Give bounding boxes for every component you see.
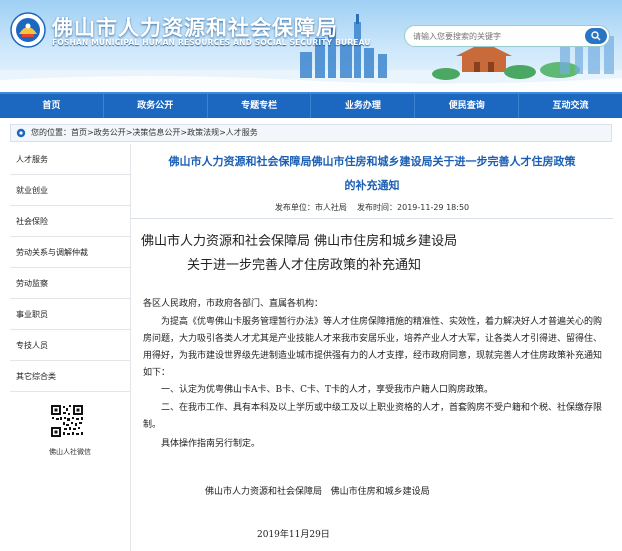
- bureau-emblem-icon: [10, 12, 46, 48]
- qr-caption: 佛山人社微信: [49, 448, 91, 456]
- sidebar-item-employment[interactable]: 就业创业: [10, 175, 130, 206]
- article-title: 佛山市人力资源和社会保障局佛山市住房和城乡建设局关于进一步完善人才住房政策 的补…: [131, 152, 613, 196]
- main-nav: 首页 政务公开 专题专栏 业务办理 便民查询 互动交流: [0, 92, 622, 118]
- document-date: 2019年11月29日: [257, 530, 330, 540]
- search-icon: [591, 31, 601, 41]
- document-paragraph: 一、认定为优粤佛山卡A卡、B卡、C卡、T卡的人才，享受我市户籍人口购房政策。: [161, 385, 494, 395]
- nav-government-affairs[interactable]: 政务公开: [104, 94, 208, 118]
- document-salutation: 各区人民政府，市政府各部门、直属各机构：: [143, 299, 324, 309]
- search-box: [404, 25, 610, 47]
- wechat-qr-code: [50, 404, 84, 438]
- location-pin-icon: [16, 128, 26, 138]
- sidebar-item-institution-staff[interactable]: 事业职员: [10, 299, 130, 330]
- breadcrumb-text[interactable]: 您的位置：首页>政务公开>决策信息公开>政策法规>人才服务: [31, 128, 258, 137]
- document-paragraph: 为提高《优粤佛山卡服务管理暂行办法》等人才住房保障措施的精准性、实效性，着力解决…: [143, 317, 603, 378]
- sidebar-item-labor-inspection[interactable]: 劳动监察: [10, 268, 130, 299]
- sidebar-item-labor-relations[interactable]: 劳动关系与调解仲裁: [10, 237, 130, 268]
- nav-special-topics[interactable]: 专题专栏: [208, 94, 312, 118]
- nav-home[interactable]: 首页: [0, 94, 104, 118]
- sidebar-item-others[interactable]: 其它综合类: [10, 361, 130, 392]
- search-button[interactable]: [585, 28, 607, 44]
- article-panel: 佛山市人力资源和社会保障局佛山市住房和城乡建设局关于进一步完善人才住房政策 的补…: [130, 144, 613, 551]
- sidebar-item-social-insurance[interactable]: 社会保险: [10, 206, 130, 237]
- document-heading-2: 关于进一步完善人才住房政策的补充通知: [187, 258, 422, 273]
- document-paragraph: 具体操作指南另行制定。: [161, 439, 261, 449]
- document-heading-1: 佛山市人力资源和社会保障局 佛山市住房和城乡建设局: [141, 234, 458, 249]
- site-subtitle: FOSHAN MUNICIPAL HUMAN RESOURCES AND SOC…: [52, 38, 371, 47]
- document-signature: 佛山市人力资源和社会保障局 佛山市住房和城乡建设局: [205, 487, 430, 497]
- sidebar-item-professionals[interactable]: 专技人员: [10, 330, 130, 361]
- article-title-line-2: 的补充通知: [344, 179, 400, 192]
- article-title-line-1: 佛山市人力资源和社会保障局佛山市住房和城乡建设局关于进一步完善人才住房政策: [168, 155, 576, 168]
- nav-online-services[interactable]: 业务办理: [311, 94, 416, 118]
- sidebar-item-talent-services[interactable]: 人才服务: [10, 144, 130, 175]
- nav-interaction[interactable]: 互动交流: [519, 94, 622, 118]
- nav-public-inquiry[interactable]: 便民查询: [415, 94, 520, 118]
- article-meta: 发布单位：市人社局 发布时间：2019-11-29 18:50: [274, 203, 470, 212]
- sidebar: 人才服务 就业创业 社会保险 劳动关系与调解仲裁 劳动监察 事业职员 专技人员 …: [10, 144, 130, 551]
- site-header: 佛山市人力资源和社会保障局 FOSHAN MUNICIPAL HUMAN RES…: [0, 0, 622, 92]
- divider: [131, 218, 613, 219]
- document-paragraph: 二、在我市工作、具有本科及以上学历或中级工及以上职业资格的人才，首套购房不受户籍…: [143, 403, 603, 430]
- breadcrumb: 您的位置：首页>政务公开>决策信息公开>政策法规>人才服务: [10, 124, 612, 142]
- search-input[interactable]: [413, 29, 573, 44]
